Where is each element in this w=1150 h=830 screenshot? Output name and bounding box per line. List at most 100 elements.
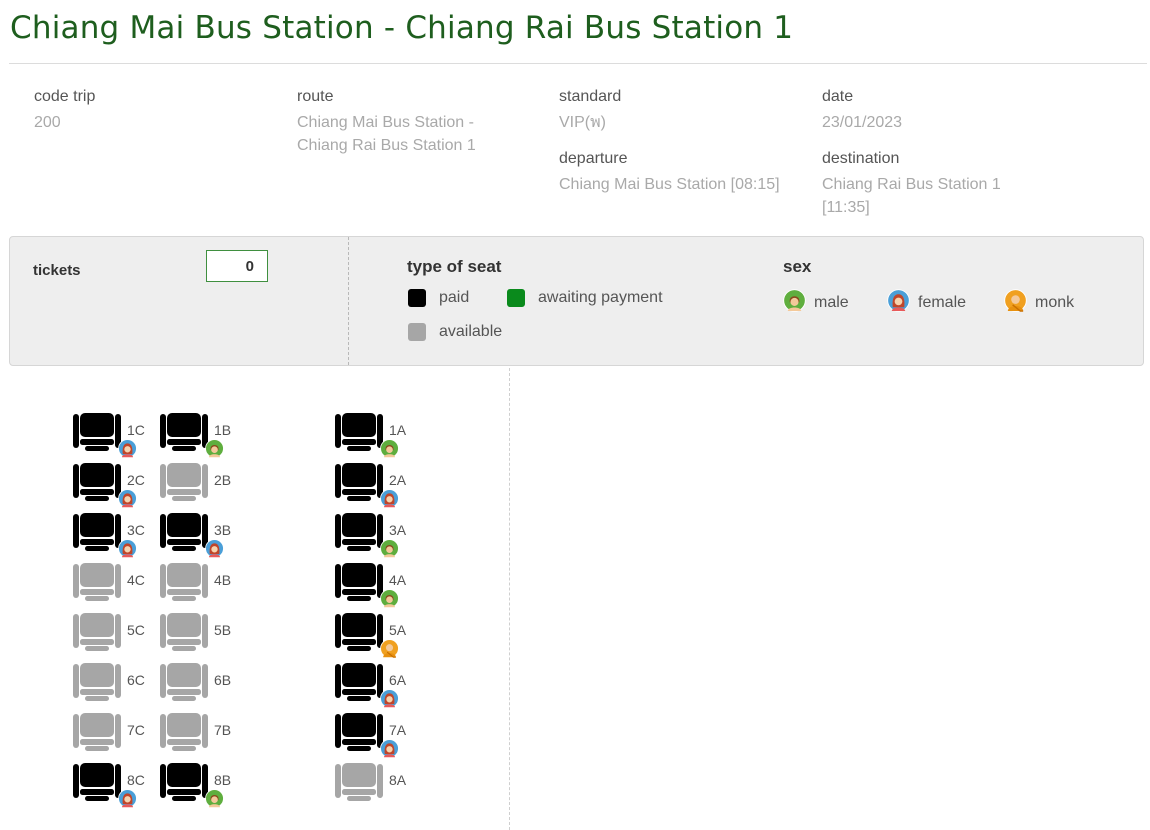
route-value: Chiang Mai Bus Station - Chiang Rai Bus … — [297, 114, 476, 154]
seat-chair-icon — [73, 512, 121, 557]
monk-icon — [1004, 289, 1035, 317]
route-label: route — [297, 88, 334, 105]
awaiting-swatch — [507, 289, 525, 307]
seat-2B[interactable]: 2B — [160, 462, 260, 512]
tickets-label: tickets — [33, 262, 81, 279]
seat-4C[interactable]: 4C — [73, 562, 173, 612]
seat-label: 5B — [214, 622, 232, 638]
legend-monk: monk — [1004, 289, 1074, 317]
booking-panel: tickets type of seat paid awaiting payme… — [9, 236, 1144, 366]
seat-label: 2B — [214, 472, 232, 488]
female-icon — [380, 689, 399, 713]
legend-monk-label: monk — [1035, 294, 1075, 311]
seat-label: 2C — [127, 472, 145, 488]
seat-label: 4B — [214, 572, 232, 588]
seat-label: 8C — [127, 772, 145, 788]
seat-5A: 5A — [335, 612, 435, 662]
seat-chair-icon — [160, 462, 208, 507]
info-date: date 23/01/2023 — [822, 87, 902, 135]
seat-chair-icon — [160, 612, 208, 657]
seat-chair-icon — [73, 762, 121, 807]
seat-3A: 3A — [335, 512, 435, 562]
seat-label: 1A — [389, 422, 407, 438]
date-label: date — [822, 88, 854, 105]
male-icon — [380, 539, 399, 563]
seat-label: 7B — [214, 722, 232, 738]
seat-7A: 7A — [335, 712, 435, 762]
seat-label: 4A — [389, 572, 407, 588]
seat-chair-icon — [160, 412, 208, 457]
monk-icon — [380, 639, 399, 663]
seat-chair-icon — [73, 562, 121, 607]
seat-label: 3C — [127, 522, 145, 538]
departure-label: departure — [559, 150, 628, 167]
seat-label: 8B — [214, 772, 232, 788]
seat-chair-icon — [160, 762, 208, 807]
seat-1C: 1C — [73, 412, 173, 462]
seat-7C[interactable]: 7C — [73, 712, 173, 762]
seat-5B[interactable]: 5B — [160, 612, 260, 662]
seat-3B: 3B — [160, 512, 260, 562]
seat-chair-icon — [335, 662, 383, 707]
seat-4A: 4A — [335, 562, 435, 612]
paid-swatch — [408, 289, 426, 307]
seatmap-divider — [509, 368, 510, 830]
seat-chair-icon — [160, 712, 208, 757]
seat-2C: 2C — [73, 462, 173, 512]
page-title: Chiang Mai Bus Station - Chiang Rai Bus … — [10, 10, 794, 46]
legend-paid-label: paid — [439, 289, 470, 306]
seat-7B[interactable]: 7B — [160, 712, 260, 762]
female-icon — [380, 739, 399, 763]
seat-8A[interactable]: 8A — [335, 762, 435, 812]
male-icon — [380, 589, 399, 613]
seat-label: 3B — [214, 522, 232, 538]
seat-chair-icon — [335, 412, 383, 457]
tickets-input[interactable] — [206, 250, 268, 282]
female-icon — [380, 489, 399, 513]
legend-male: male — [783, 289, 849, 317]
seat-chair-icon — [160, 562, 208, 607]
male-icon — [205, 439, 224, 463]
female-icon — [118, 789, 137, 813]
legend-awaiting: awaiting payment — [507, 289, 663, 307]
legend-male-label: male — [814, 294, 849, 311]
seat-8C: 8C — [73, 762, 173, 812]
seat-2A: 2A — [335, 462, 435, 512]
title-divider — [9, 63, 1147, 64]
legend-paid: paid — [408, 289, 469, 307]
seat-6B[interactable]: 6B — [160, 662, 260, 712]
seat-1A: 1A — [335, 412, 435, 462]
female-icon — [118, 439, 137, 463]
seat-6C[interactable]: 6C — [73, 662, 173, 712]
seat-type-title: type of seat — [407, 257, 502, 276]
standard-label: standard — [559, 88, 622, 105]
standard-value: VIP(พ) — [559, 114, 606, 131]
seat-chair-icon — [335, 712, 383, 757]
legend-female: female — [887, 289, 966, 317]
seat-chair-icon — [73, 612, 121, 657]
info-code-trip: code trip 200 — [34, 87, 95, 135]
available-swatch — [408, 323, 426, 341]
seat-label: 6B — [214, 672, 232, 688]
seat-label: 5A — [389, 622, 407, 638]
legend-available-label: available — [439, 323, 503, 340]
female-icon — [205, 539, 224, 563]
code-trip-value: 200 — [34, 114, 61, 131]
female-icon — [887, 289, 918, 317]
seat-label: 6C — [127, 672, 145, 688]
seat-5C[interactable]: 5C — [73, 612, 173, 662]
seat-chair-icon — [160, 512, 208, 557]
seat-label: 7A — [389, 722, 407, 738]
male-icon — [380, 439, 399, 463]
legend-available: available — [408, 323, 502, 341]
seat-label: 8A — [389, 772, 407, 788]
seat-chair-icon — [335, 462, 383, 507]
female-icon — [118, 539, 137, 563]
seat-4B[interactable]: 4B — [160, 562, 260, 612]
legend-awaiting-label: awaiting payment — [538, 289, 663, 306]
female-icon — [118, 489, 137, 513]
seat-label: 4C — [127, 572, 145, 588]
destination-value: Chiang Rai Bus Station 1 [11:35] — [822, 176, 1001, 216]
destination-label: destination — [822, 150, 900, 167]
info-destination: destination Chiang Rai Bus Station 1 [11… — [822, 149, 1022, 219]
